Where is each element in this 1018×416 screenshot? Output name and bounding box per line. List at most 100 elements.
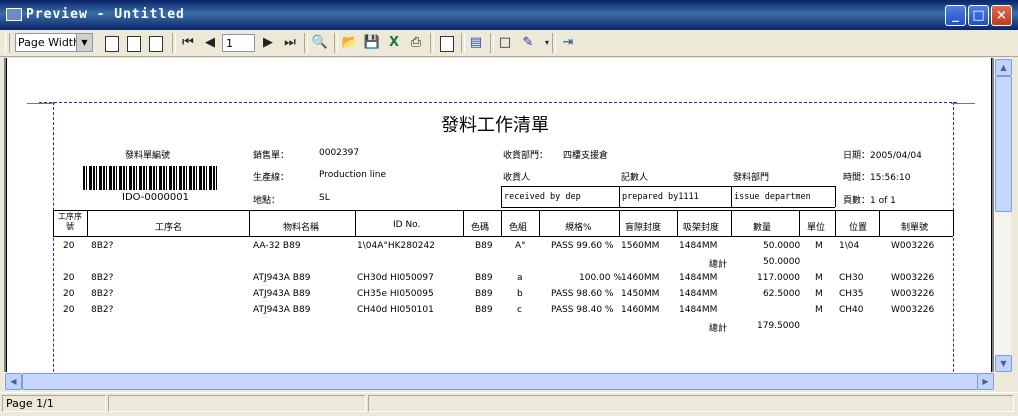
header-group: 色組 xyxy=(509,223,528,233)
table-line xyxy=(355,210,356,236)
table-line xyxy=(731,210,732,236)
table-line xyxy=(677,210,678,236)
open-icon[interactable]: 📂 xyxy=(340,33,360,53)
table-line xyxy=(249,210,250,236)
header-color: 色碼 xyxy=(471,223,490,233)
next-page-icon[interactable]: ▶ xyxy=(258,33,278,53)
frame-icon[interactable]: □ xyxy=(495,33,515,53)
cell-qty: 50.0000 xyxy=(763,241,801,251)
print-icon[interactable]: ⎙ xyxy=(406,33,426,53)
cell-order: W003226 xyxy=(891,273,935,283)
receiver-label: 收貨人 xyxy=(503,173,531,183)
last-page-icon[interactable]: ⏭ xyxy=(280,33,300,53)
line-value: Production line xyxy=(319,170,386,180)
exit-icon[interactable]: ⇥ xyxy=(558,33,578,53)
page-setup-icon[interactable]: ▤ xyxy=(466,33,486,53)
table-line xyxy=(799,210,800,236)
scroll-corner xyxy=(994,372,1011,389)
status-bar: Page 1/1 xyxy=(0,392,1018,416)
zoom-value: Page Width xyxy=(18,36,81,49)
cell-unit: M xyxy=(815,273,823,283)
cell-loc: 1\04 xyxy=(839,241,860,251)
top-margin-guide xyxy=(39,102,957,103)
cell-group: c xyxy=(517,305,522,315)
header-order: 制單號 xyxy=(901,223,929,233)
line-label: 生產線： xyxy=(253,173,290,183)
page-number-input[interactable]: 1 xyxy=(222,34,255,52)
prev-page-icon[interactable]: ◀ xyxy=(200,33,220,53)
cell-name: 8B2? xyxy=(91,289,114,299)
status-panel xyxy=(368,395,1014,412)
cell-spec: PASS 98.40 % xyxy=(551,305,614,315)
cell-material: ATJ943A B89 xyxy=(253,273,311,283)
header-idno: ID No. xyxy=(393,220,421,230)
app-icon xyxy=(6,8,22,21)
table-line xyxy=(501,210,502,236)
horizontal-scroll-thumb[interactable] xyxy=(22,373,978,390)
scroll-right-icon[interactable]: ▶ xyxy=(977,373,994,390)
scroll-down-icon[interactable]: ▼ xyxy=(995,355,1012,372)
barcode xyxy=(83,166,217,190)
barcode-value: IDO-0000001 xyxy=(122,192,189,203)
cell-spec: PASS 99.60 % xyxy=(551,241,614,251)
zoom-select[interactable]: Page Width ▼ xyxy=(15,33,93,52)
cell-idno: CH35e HI050095 xyxy=(357,289,434,299)
cell-loc: CH30 xyxy=(839,273,864,283)
header-qty: 數量 xyxy=(753,223,772,233)
receiver-box: received by dep xyxy=(504,192,581,202)
scroll-left-icon[interactable]: ◀ xyxy=(5,373,22,390)
total-value: 50.0000 xyxy=(763,257,801,267)
multi-page-icon[interactable] xyxy=(149,36,163,52)
cell-unit: M xyxy=(815,305,823,315)
cell-qty: 117.0000 xyxy=(757,273,800,283)
minimize-button[interactable]: _ xyxy=(945,5,966,26)
cell-w1: 1560MM xyxy=(621,241,660,251)
cell-group: A° xyxy=(515,241,526,251)
box-line xyxy=(731,186,732,207)
toolbar-separator xyxy=(461,33,465,53)
time-label: 時間：15:56:10 xyxy=(843,173,911,183)
cell-spec: PASS 98.60 % xyxy=(551,289,614,299)
recv-dept-value: 四樓支援倉 xyxy=(563,151,609,161)
excel-icon[interactable]: X xyxy=(384,33,404,53)
close-button[interactable]: × xyxy=(991,5,1012,26)
maximize-button[interactable]: □ xyxy=(968,5,989,26)
cell-w2: 1484MM xyxy=(679,305,718,315)
total-label: 總計 xyxy=(709,260,728,270)
color-icon[interactable]: ✎ xyxy=(518,33,538,53)
cell-seq: 20 xyxy=(63,289,75,299)
toolbar-grip[interactable] xyxy=(5,33,10,53)
find-icon[interactable]: 🔍 xyxy=(310,33,330,53)
barcode-label: 發料單編號 xyxy=(125,151,171,161)
scroll-up-icon[interactable]: ▲ xyxy=(995,59,1012,76)
cell-loc: CH40 xyxy=(839,305,864,315)
status-panel xyxy=(108,395,366,412)
table-line xyxy=(463,210,464,236)
cell-w1: 1450MM xyxy=(621,289,660,299)
chevron-down-icon[interactable]: ▼ xyxy=(76,34,92,51)
horizontal-scrollbar[interactable]: ◀ ▶ xyxy=(4,372,994,390)
report-page: 發料工作清單 發料單編號 IDO-0000001 銷售單： 0002397 生產… xyxy=(6,58,992,372)
cell-name: 8B2? xyxy=(91,305,114,315)
cell-color: B89 xyxy=(475,273,493,283)
sales-value: 0002397 xyxy=(319,148,360,158)
one-page-icon[interactable] xyxy=(105,36,119,52)
header-name: 工序名 xyxy=(155,223,183,233)
header-material: 物料名稱 xyxy=(283,223,320,233)
cell-name: 8B2? xyxy=(91,273,114,283)
cell-qty: 62.5000 xyxy=(763,289,801,299)
vertical-scrollbar[interactable]: ▲ ▼ xyxy=(994,58,1012,372)
save-icon[interactable]: 💾 xyxy=(362,33,382,53)
toolbar-separator xyxy=(490,33,494,53)
preview-area[interactable]: 發料工作清單 發料單編號 IDO-0000001 銷售單： 0002397 生產… xyxy=(4,58,994,372)
issue-box: issue departmen xyxy=(734,192,811,202)
first-page-icon[interactable]: ⏮ xyxy=(178,33,198,53)
right-margin-guide xyxy=(953,102,954,372)
table-line xyxy=(835,210,836,236)
new-page-icon[interactable] xyxy=(440,36,454,52)
cell-w1: 1460MM xyxy=(621,273,660,283)
vertical-scroll-thumb[interactable] xyxy=(995,76,1012,212)
two-page-icon[interactable] xyxy=(127,36,141,52)
place-label: 地點： xyxy=(253,196,281,206)
cell-seq: 20 xyxy=(63,241,75,251)
